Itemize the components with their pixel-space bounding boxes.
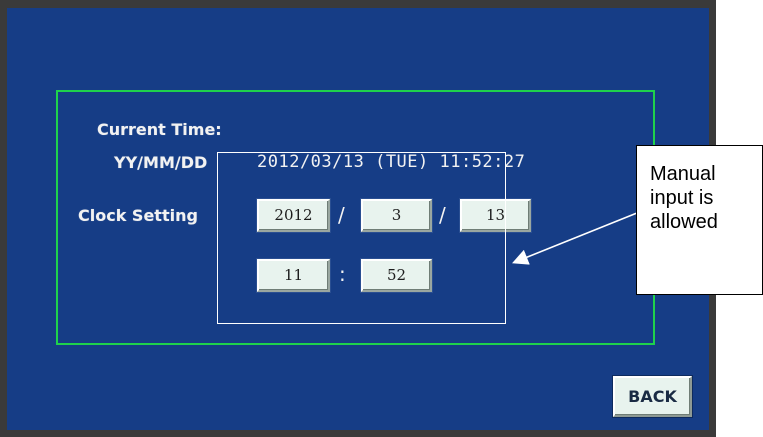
clock-setting-label: Clock Setting — [78, 206, 198, 225]
date-format-label: YY/MM/DD — [114, 153, 208, 172]
callout-line: allowed — [650, 211, 718, 233]
manual-input-highlight-box — [217, 152, 506, 324]
callout-line: Manual — [650, 163, 716, 185]
current-time-label: Current Time: — [97, 120, 222, 139]
callout-line: input is — [650, 187, 714, 209]
manual-input-callout: Manual input is allowed — [636, 145, 763, 295]
back-button[interactable]: BACK — [613, 376, 692, 417]
